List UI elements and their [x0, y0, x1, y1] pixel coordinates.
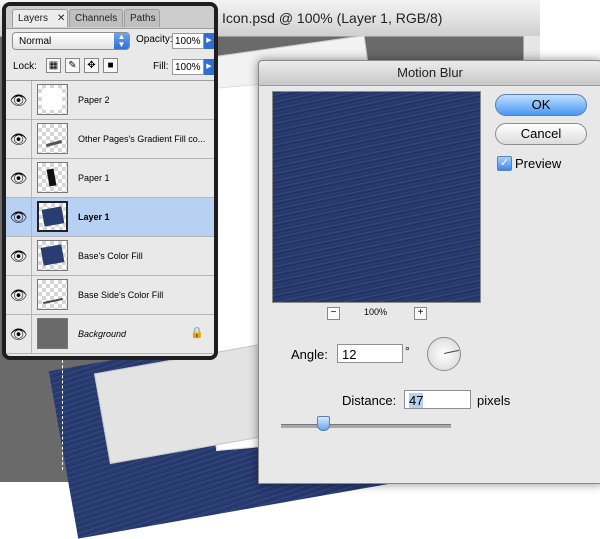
thumbnail-blue-shape: [41, 206, 65, 227]
tab-channels[interactable]: Channels: [69, 9, 123, 27]
preview-checkbox[interactable]: ✓: [497, 156, 512, 171]
layers-panel: Layers ✕ Channels Paths Normal ▲ ▼ Opacit…: [2, 2, 218, 360]
layer-name: Other Pages's Gradient Fill co...: [78, 134, 206, 144]
layer-row[interactable]: 👁 Base Side's Color Fill: [6, 276, 214, 315]
ok-button[interactable]: OK: [495, 94, 587, 116]
thumbnail-stroke: [45, 139, 63, 148]
fill-field[interactable]: 100%: [172, 59, 204, 75]
layer-row[interactable]: 👁 Paper 2: [6, 81, 214, 120]
lock-transparency-icon[interactable]: ▦: [46, 58, 61, 73]
pixels-unit-label: pixels: [477, 393, 511, 408]
layer-name: Paper 1: [78, 173, 110, 183]
layer-thumbnail: [37, 201, 68, 232]
document-title: Icon.psd @ 100% (Layer 1, RGB/8): [222, 10, 443, 26]
layer-thumbnail: [37, 318, 68, 349]
blur-preview-image[interactable]: [272, 91, 481, 303]
chevron-updown-icon[interactable]: ▲ ▼: [114, 33, 129, 49]
close-icon[interactable]: ✕: [57, 10, 65, 27]
layer-thumbnail: [37, 162, 68, 193]
angle-label: Angle:: [291, 347, 328, 362]
dialog-title: Motion Blur: [397, 65, 463, 80]
thumbnail-black-shape: [46, 168, 57, 187]
degree-symbol: °: [405, 344, 410, 358]
opacity-label: Opacity:: [136, 34, 173, 45]
distance-label: Distance:: [342, 393, 397, 408]
tab-layers-label: Layers: [18, 13, 49, 24]
eye-icon[interactable]: 👁: [6, 198, 32, 236]
angle-dial[interactable]: [427, 337, 461, 371]
distance-slider-track[interactable]: [281, 424, 451, 428]
layer-name: Paper 2: [78, 95, 110, 105]
opacity-arrow-icon[interactable]: ▶: [204, 33, 214, 49]
lock-label: Lock:: [13, 61, 37, 72]
lock-icon: 🔒: [190, 327, 204, 339]
distance-value: 47: [409, 393, 424, 408]
distance-slider-thumb[interactable]: [317, 416, 330, 431]
layer-row[interactable]: 👁 Other Pages's Gradient Fill co...: [6, 120, 214, 159]
eye-icon[interactable]: 👁: [6, 315, 32, 353]
layer-row[interactable]: 👁 Base's Color Fill: [6, 237, 214, 276]
cancel-button[interactable]: Cancel: [495, 123, 587, 145]
thumbnail-blue-shape: [40, 244, 65, 266]
fill-arrow-icon[interactable]: ▶: [204, 59, 214, 75]
lock-image-brush-icon[interactable]: ✎: [65, 58, 80, 73]
layer-thumbnail: [37, 123, 68, 154]
zoom-in-button[interactable]: +: [414, 307, 427, 320]
tab-layers[interactable]: Layers ✕: [12, 9, 68, 27]
layer-name: Base Side's Color Fill: [78, 290, 164, 300]
layer-name: Base's Color Fill: [78, 251, 143, 261]
lock-all-icon[interactable]: ■: [103, 58, 118, 73]
layer-thumbnail: [37, 240, 68, 271]
thumbnail-paper-shape: [42, 88, 62, 110]
lock-position-move-icon[interactable]: ✥: [84, 58, 99, 73]
zoom-out-button[interactable]: −: [327, 307, 340, 320]
angle-dial-needle: [444, 349, 459, 354]
preview-label[interactable]: Preview: [515, 156, 561, 171]
layer-name: Background: [78, 329, 127, 339]
angle-input[interactable]: 12: [337, 344, 403, 363]
layer-row[interactable]: 👁 Paper 1: [6, 159, 214, 198]
checkmark-icon: ✓: [499, 157, 510, 169]
eye-icon[interactable]: 👁: [6, 159, 32, 197]
selection-marquee: [62, 350, 64, 470]
layer-row[interactable]: 👁 Background 🔒: [6, 315, 214, 354]
thumbnail-stroke: [43, 297, 63, 305]
fill-label: Fill:: [153, 61, 169, 72]
tab-paths[interactable]: Paths: [124, 9, 160, 27]
eye-icon[interactable]: 👁: [6, 237, 32, 275]
eye-icon[interactable]: 👁: [6, 120, 32, 158]
zoom-level: 100%: [364, 307, 388, 317]
layer-thumbnail: [37, 84, 68, 115]
panel-tabs: Layers ✕ Channels Paths: [6, 6, 214, 29]
opacity-field[interactable]: 100%: [172, 33, 204, 49]
layer-row[interactable]: 👁 Layer 1: [6, 198, 214, 237]
layer-list: 👁 Paper 2 👁 Other Pages's Gradient Fill …: [6, 80, 214, 356]
eye-icon[interactable]: 👁: [6, 81, 32, 119]
motion-blur-dialog: Motion Blur − 100% + OK Cancel ✓ Preview…: [258, 60, 600, 484]
eye-icon[interactable]: 👁: [6, 276, 32, 314]
dialog-titlebar[interactable]: Motion Blur: [259, 61, 600, 86]
layer-name: Layer 1: [78, 212, 110, 222]
blend-mode-select[interactable]: Normal: [12, 32, 130, 50]
distance-input[interactable]: 47: [404, 390, 471, 409]
layer-thumbnail: [37, 279, 68, 310]
